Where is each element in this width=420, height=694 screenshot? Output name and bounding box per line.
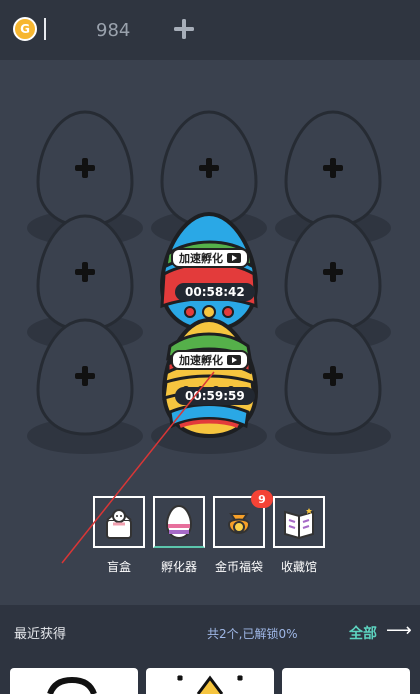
accelerate-label-2: 加速孵化: [179, 354, 223, 367]
egg-timer-1: 00:58:42: [175, 283, 255, 301]
recent-items: [10, 668, 410, 694]
recent-count: 共2个,已解锁0%: [207, 627, 298, 641]
plus-icon[interactable]: [172, 17, 196, 41]
egg-slot-1[interactable]: [36, 110, 134, 228]
divider: [44, 18, 46, 40]
tool-coin-bag[interactable]: 9: [213, 490, 273, 548]
accelerate-hatching-button-2[interactable]: 加速孵化: [171, 350, 249, 370]
tool-label-blind-box: 盲盒: [106, 560, 131, 574]
egg-slot-2[interactable]: [160, 110, 258, 228]
tool-labels: 盲盒 孵化器 金币福袋 收藏馆: [93, 558, 325, 575]
collection-book-icon: [284, 508, 314, 540]
accelerate-label-1: 加速孵化: [179, 252, 223, 265]
tool-label-collection: 收藏馆: [280, 560, 317, 574]
tool-blind-box[interactable]: [93, 496, 145, 548]
notification-badge: 9: [251, 490, 273, 508]
tool-row: 9: [93, 490, 325, 548]
egg-slot-3[interactable]: [284, 110, 382, 228]
recent-item-thumb-2: [176, 674, 244, 694]
hatching-egg-2[interactable]: [161, 317, 259, 439]
recent-item-1[interactable]: [10, 668, 138, 694]
video-play-icon: [227, 253, 241, 263]
tool-collection[interactable]: [273, 496, 325, 548]
recent-item-3[interactable]: [282, 668, 410, 694]
blind-box-icon: [106, 508, 132, 539]
tool-incubator[interactable]: [153, 496, 205, 548]
recent-panel: 最近获得 共2个,已解锁0% 全部 ⟶: [0, 605, 420, 694]
tool-label-incubator: 孵化器: [160, 560, 197, 574]
incubator-area: 加速孵化 00:58:42 加速孵化 00:59:59 9 盲盒 孵化器 金币福…: [0, 60, 420, 605]
coin-bag-icon: [227, 513, 251, 534]
recent-item-2[interactable]: [146, 668, 274, 694]
coin-icon: G: [13, 17, 37, 41]
view-all-link[interactable]: 全部: [349, 623, 377, 643]
egg-timer-2: 00:59:59: [175, 387, 255, 405]
recent-item-thumb-1: [47, 676, 97, 694]
recent-title: 最近获得: [14, 627, 67, 642]
incubator-egg-icon: [165, 504, 193, 540]
coin-balance: 984: [96, 20, 131, 41]
video-play-icon: [227, 355, 241, 365]
arrow-right-icon[interactable]: ⟶: [386, 620, 412, 641]
top-bar: G 984: [0, 0, 420, 60]
accelerate-hatching-button-1[interactable]: 加速孵化: [171, 248, 249, 268]
tool-label-coin-bag: 金币福袋: [214, 560, 263, 574]
